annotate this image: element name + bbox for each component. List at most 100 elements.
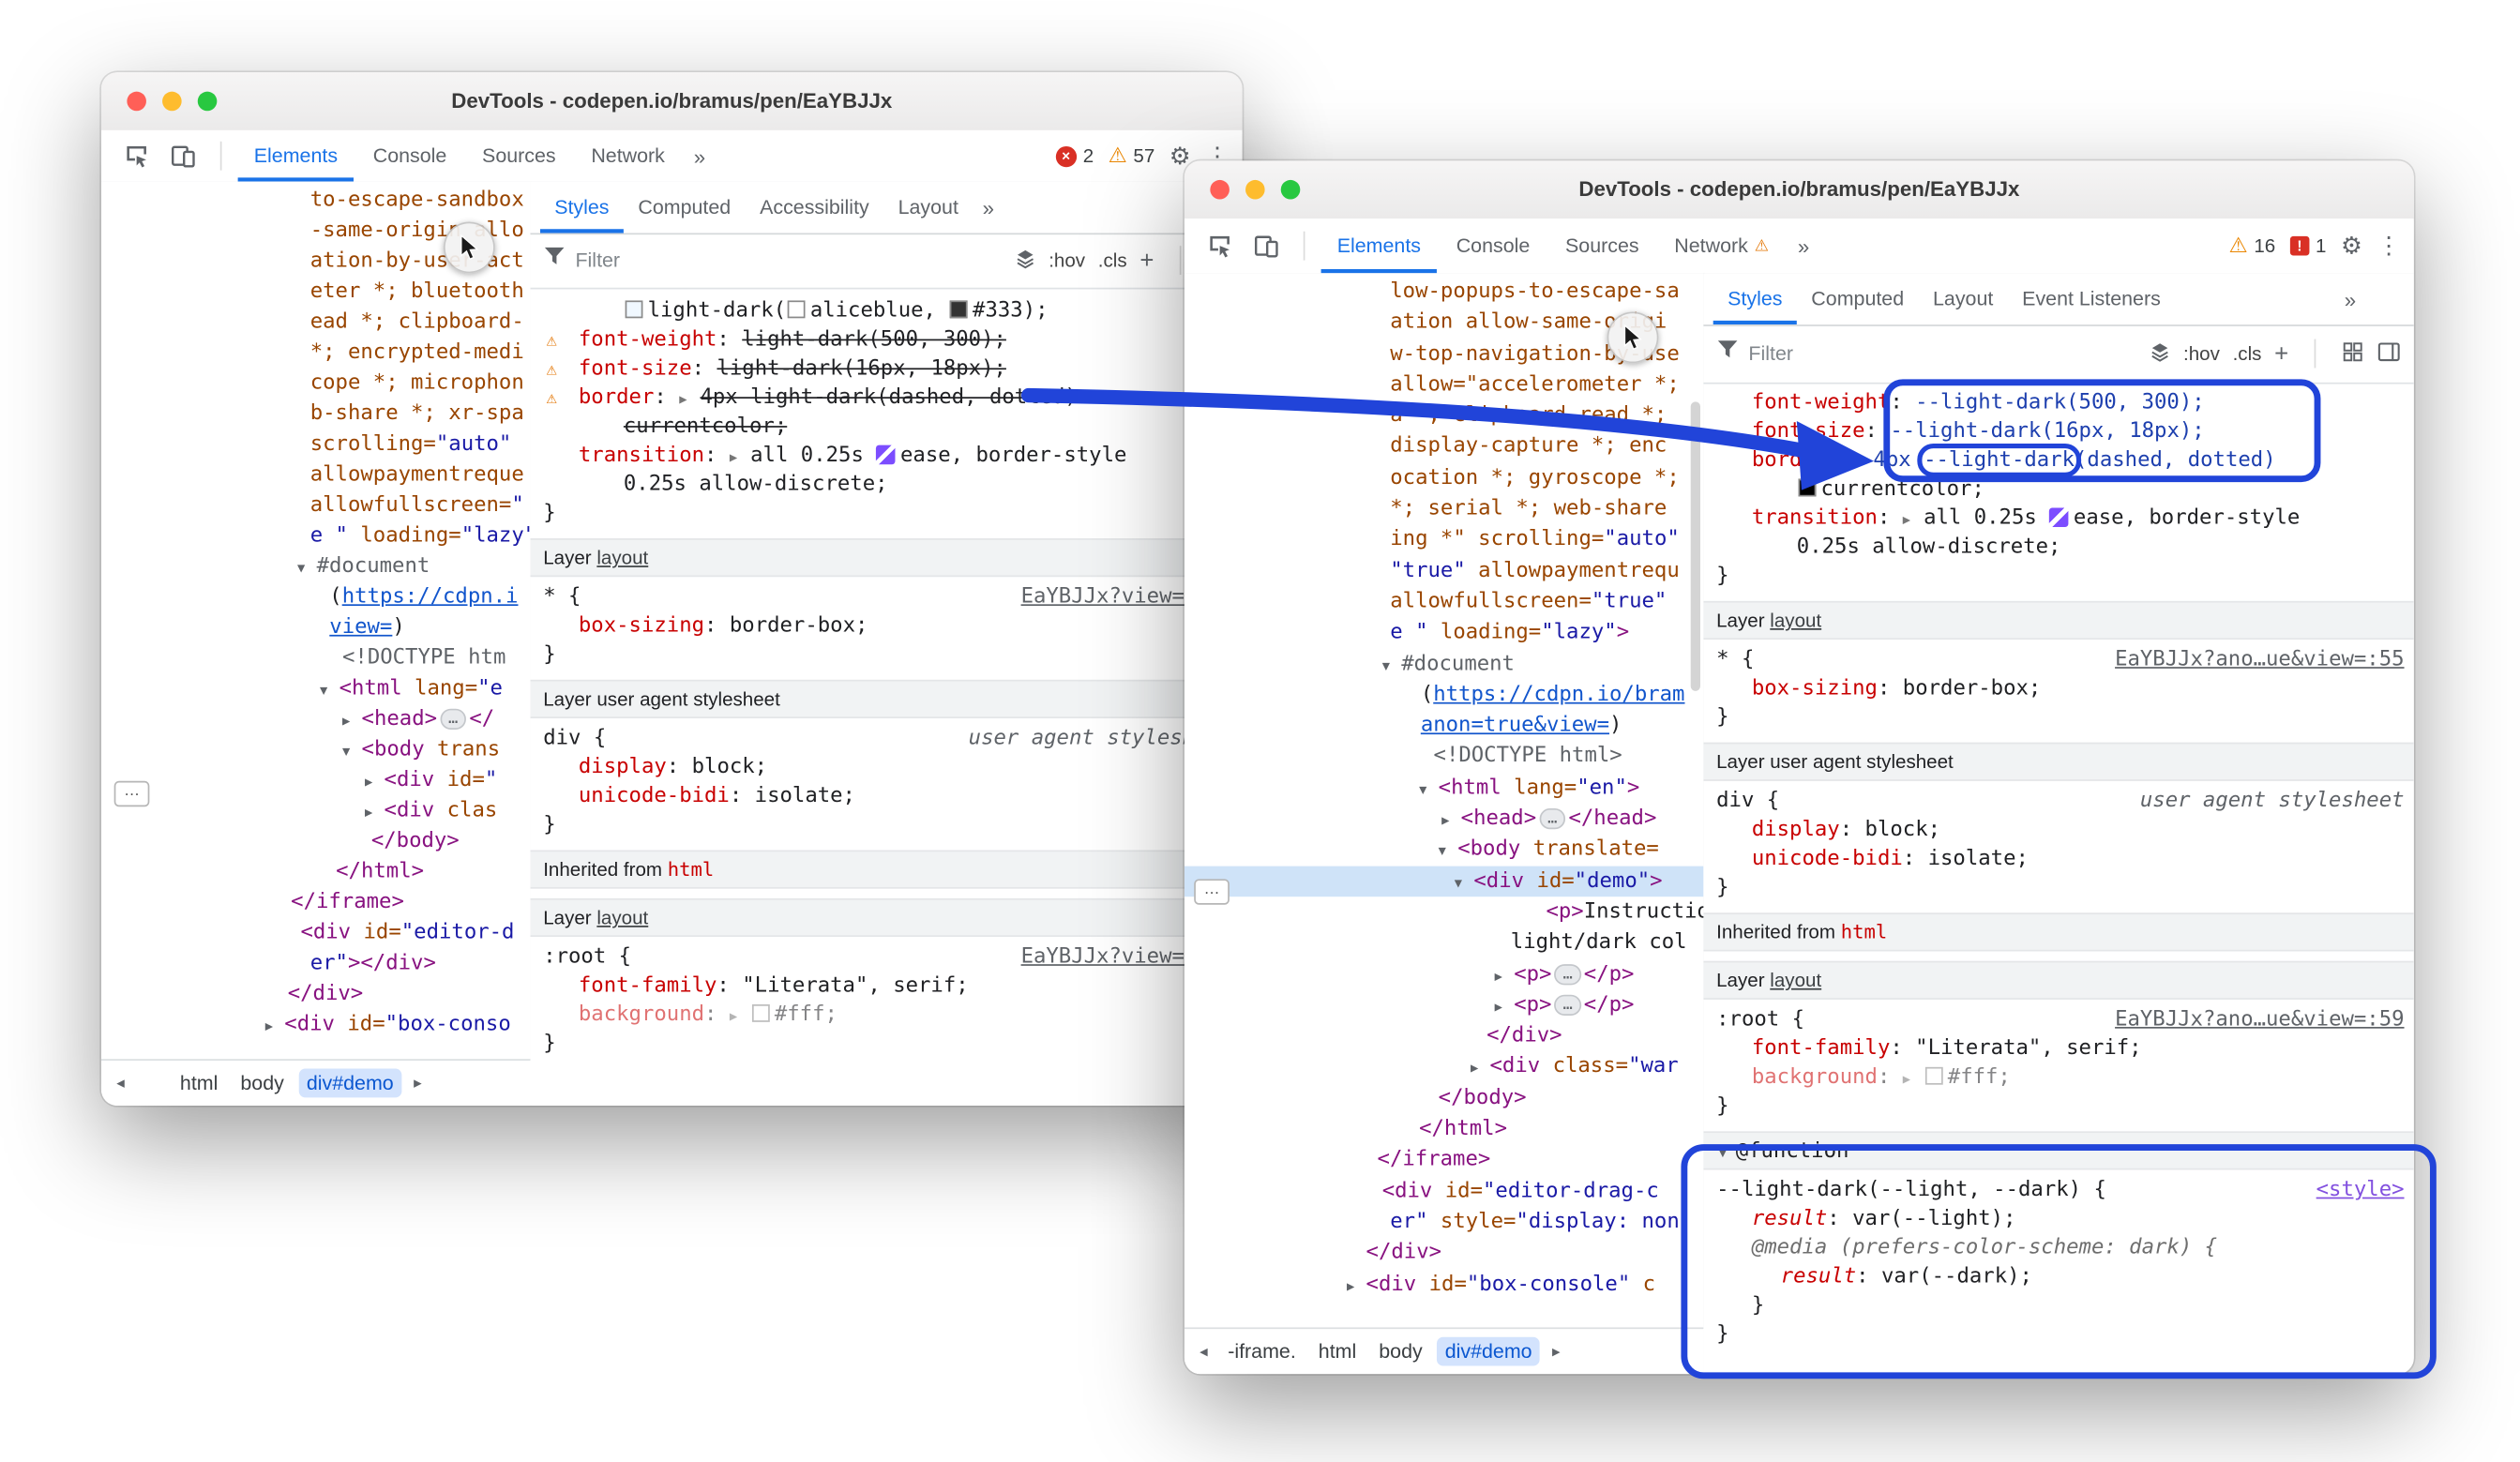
console-errors-badge[interactable]: × 2 xyxy=(1056,144,1094,167)
ellipsis-pill[interactable]: … xyxy=(1540,808,1565,829)
dom-tree-row[interactable]: er" style="display: non xyxy=(1185,1207,1703,1238)
dom-tree-row[interactable]: ▶<div clas xyxy=(101,795,531,826)
tab-sources[interactable]: Sources xyxy=(1549,219,1655,273)
style-declaration-row[interactable]: display: block; xyxy=(1703,817,2413,846)
dom-tree-row[interactable]: ▼<html lang="e xyxy=(101,673,531,704)
style-declaration-row[interactable]: transition: ▶all 0.25s ease, border-styl… xyxy=(530,442,1242,471)
toggle-element-state-button[interactable]: :hov xyxy=(2183,342,2220,365)
dom-tree-row[interactable]: eter *; bluetooth xyxy=(101,277,531,308)
style-declaration-row[interactable]: 0.25s allow-discrete; xyxy=(1703,534,2413,563)
style-declaration-row[interactable]: * {EaYBJJx?view= xyxy=(530,583,1242,612)
dom-tree-row[interactable]: ▼<div id="demo"> xyxy=(1185,866,1703,897)
dom-tree-row[interactable]: e " loading="lazy" xyxy=(101,520,531,551)
dom-tree-row[interactable]: ▼#document xyxy=(1185,649,1703,680)
style-declaration-row[interactable]: transition: ▶all 0.25s ease, border-styl… xyxy=(1703,505,2413,534)
style-declaration-row[interactable]: } xyxy=(530,811,1242,840)
style-declaration-row[interactable]: } xyxy=(530,1030,1242,1059)
style-declaration-row[interactable]: box-sizing: border-box; xyxy=(1703,675,2413,704)
source-link[interactable]: layout xyxy=(1770,969,1821,991)
element-classes-button[interactable]: .cls xyxy=(1098,249,1127,272)
breadcrumb-item-html[interactable]: html xyxy=(172,1069,226,1098)
bezier-editor-icon[interactable] xyxy=(2049,507,2069,527)
dom-tree-row[interactable]: light/dark col xyxy=(1185,927,1703,958)
layers-icon[interactable] xyxy=(1014,247,1036,274)
color-swatch-icon[interactable] xyxy=(1799,479,1817,497)
dom-tree-row[interactable]: </iframe> xyxy=(101,887,531,918)
filter-input[interactable]: Filter xyxy=(1748,342,1793,365)
style-declaration-row[interactable]: --light-dark(--light, --dark) {<style> xyxy=(1703,1176,2413,1205)
kebab-menu-icon[interactable]: ⋮ xyxy=(2377,232,2401,261)
dom-tree-row[interactable]: ▶<div class="war xyxy=(1185,1051,1703,1082)
style-declaration-row[interactable]: div {user agent stylesheet xyxy=(530,725,1242,754)
dom-tree-row[interactable]: cope *; microphon xyxy=(101,368,531,399)
more-tabs-icon[interactable]: » xyxy=(1788,234,1819,258)
disclosure-triangle-icon[interactable]: ▶ xyxy=(1471,1053,1490,1084)
style-declaration-row[interactable]: ⚠border: ▶4px light-dark(dashed, dotted) xyxy=(530,384,1242,414)
dom-tree-row[interactable]: ocation *; gyroscope *; xyxy=(1185,462,1703,493)
inspect-icon[interactable] xyxy=(114,137,158,175)
close-button[interactable] xyxy=(127,92,146,112)
style-declaration-row[interactable]: 0.25s allow-discrete; xyxy=(530,471,1242,500)
filter-input[interactable]: Filter xyxy=(575,249,620,272)
disclosure-triangle-icon[interactable]: ▼ xyxy=(1439,837,1458,867)
expand-shorthand-icon[interactable]: ▶ xyxy=(730,1002,750,1032)
scrollbar-thumb[interactable] xyxy=(1691,401,1700,690)
dom-tree-row[interactable]: anon=true&view=) xyxy=(1185,711,1703,742)
style-declaration-row[interactable]: ⚠font-weight: light-dark(500, 300); xyxy=(530,326,1242,355)
console-warnings-badge[interactable]: ⚠ 16 xyxy=(2228,233,2275,258)
dom-tree-row[interactable]: to-escape-sandbox xyxy=(101,185,531,216)
device-toolbar-icon[interactable] xyxy=(160,137,204,175)
style-declaration-row[interactable]: display: block; xyxy=(530,754,1242,783)
disclosure-triangle-icon[interactable]: ▼ xyxy=(342,736,362,767)
source-link[interactable]: anon=true&view= xyxy=(1421,714,1609,738)
source-link[interactable]: https://cdpn.io/bram xyxy=(1433,683,1684,707)
dom-tree-row[interactable]: scrolling="auto" xyxy=(101,430,531,460)
style-declaration-row[interactable]: background: ▶#fff; xyxy=(1703,1063,2413,1093)
breadcrumb-item-selected[interactable]: div#demo xyxy=(1437,1337,1540,1366)
expand-shorthand-icon[interactable]: ▶ xyxy=(1852,448,1873,477)
dom-tree-row[interactable]: ▼<body translate= xyxy=(1185,835,1703,866)
source-link[interactable]: layout xyxy=(596,906,648,928)
tab-network[interactable]: Network⚠ xyxy=(1658,219,1785,273)
issues-badge[interactable]: ! 1 xyxy=(2290,234,2327,257)
expand-shorthand-icon[interactable]: ▶ xyxy=(679,385,700,414)
tab-styles[interactable]: Styles xyxy=(1713,273,1797,324)
disclosure-triangle-icon[interactable]: ▼ xyxy=(297,552,317,583)
dom-tree-row[interactable]: e " loading="lazy"> xyxy=(1185,617,1703,648)
style-declaration-row[interactable]: } xyxy=(1703,563,2413,592)
color-swatch-icon[interactable] xyxy=(626,300,643,318)
dom-tree-row[interactable]: <div id="editor-drag-c xyxy=(1185,1176,1703,1207)
expand-shorthand-icon[interactable]: ▶ xyxy=(730,444,750,473)
ellipsis-pill[interactable]: … xyxy=(1555,994,1580,1015)
tab-layout[interactable]: Layout xyxy=(883,182,973,234)
style-declaration-row[interactable]: } xyxy=(530,500,1242,529)
style-declaration-row[interactable]: } xyxy=(1703,1093,2413,1122)
more-tabs-icon[interactable]: » xyxy=(684,143,715,168)
tab-sources[interactable]: Sources xyxy=(466,130,572,182)
style-declaration-row[interactable]: currentcolor; xyxy=(530,413,1242,442)
dom-tree-row[interactable]: ing *" scrolling="auto" xyxy=(1185,524,1703,555)
dom-tree-row[interactable]: ▼#document xyxy=(101,551,531,582)
dom-tree-row[interactable]: </body> xyxy=(1185,1082,1703,1113)
style-declaration-row[interactable]: background: ▶#fff; xyxy=(530,1002,1242,1031)
dom-tree-row[interactable]: low-popups-to-escape-sa xyxy=(1185,277,1703,308)
style-declaration-row[interactable]: currentcolor; xyxy=(1703,475,2413,505)
style-declaration-row[interactable]: } xyxy=(1703,874,2413,903)
style-declaration-row[interactable]: box-sizing: border-box; xyxy=(530,612,1242,641)
dom-tree-row[interactable]: (https://cdpn.io/bram xyxy=(1185,680,1703,711)
titlebar[interactable]: DevTools - codepen.io/bramus/pen/EaYBJJx xyxy=(1185,160,2414,219)
bezier-editor-icon[interactable] xyxy=(876,445,896,465)
tab-console[interactable]: Console xyxy=(1441,219,1547,273)
style-declaration-row[interactable]: font-family: "Literata", serif; xyxy=(530,972,1242,1002)
dom-tree-row[interactable]: ▶<head>…</head> xyxy=(1185,804,1703,835)
breadcrumb-item-iframe[interactable]: -iframe. xyxy=(1220,1337,1305,1366)
style-declaration-row[interactable]: :root {EaYBJJx?view= xyxy=(530,943,1242,972)
style-declaration-row[interactable]: } xyxy=(1703,704,2413,733)
style-declaration-row[interactable]: div {user agent stylesheet xyxy=(1703,788,2413,817)
dock-sidebar-icon[interactable] xyxy=(2377,339,2401,367)
dom-tree-row[interactable]: <div id="editor-d xyxy=(101,917,531,948)
style-declaration-row[interactable]: } xyxy=(1703,1292,2413,1321)
source-link[interactable]: EaYBJJx?view= xyxy=(1021,583,1185,612)
dom-tree-row[interactable]: allowpaymentreque xyxy=(101,460,531,490)
dom-tree-row[interactable]: </div> xyxy=(1185,1020,1703,1051)
